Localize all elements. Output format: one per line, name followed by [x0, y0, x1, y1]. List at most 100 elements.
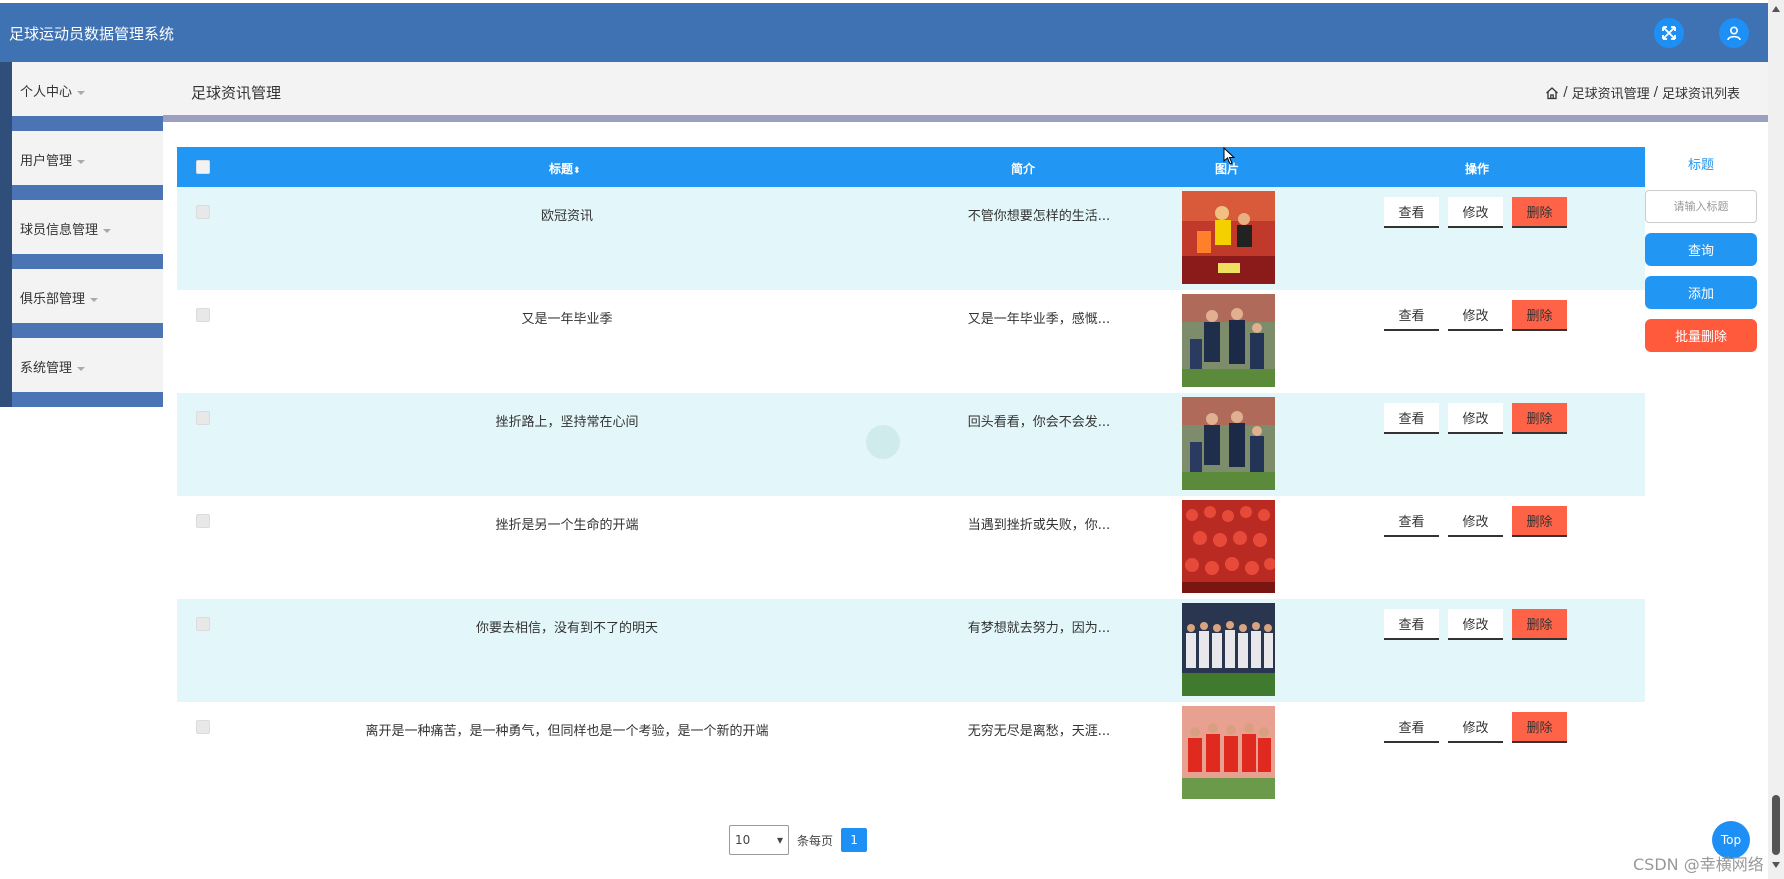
- query-button[interactable]: 查询: [1645, 233, 1757, 266]
- sidebar-item-system-management[interactable]: 系统管理: [0, 338, 163, 407]
- sidebar-item-label: 球员信息管理: [20, 223, 99, 238]
- chevron-down-icon: ▾: [776, 833, 783, 847]
- row-summary: 有梦想就去努力，因为...: [967, 621, 1111, 636]
- view-button[interactable]: 查看: [1384, 197, 1439, 228]
- column-header-summary: 简介: [1011, 162, 1036, 176]
- select-all-checkbox[interactable]: [196, 160, 210, 174]
- mouse-cursor-icon: [1223, 147, 1235, 165]
- sidebar-item-club-management[interactable]: 俱乐部管理: [0, 269, 163, 338]
- row-title: 你要去相信，没有到不了的明天: [475, 621, 658, 636]
- page-number-current[interactable]: 1: [841, 828, 868, 852]
- row-summary: 又是一年毕业季，感慨...: [967, 312, 1111, 327]
- table-row: 挫折路上，坚持常在心间 回头看看，你会不会发... 查看 修改 删除: [177, 393, 1645, 496]
- row-title: 挫折路上，坚持常在心间: [495, 415, 639, 430]
- delete-button[interactable]: 删除: [1512, 197, 1567, 228]
- search-panel: 标题 请输入标题 查询 添加 批量删除: [1645, 147, 1757, 352]
- photo-players-celebrate-icon: [1182, 294, 1275, 387]
- caret-down-icon: [90, 297, 99, 302]
- edit-button[interactable]: 修改: [1448, 197, 1503, 228]
- caret-down-icon: [77, 90, 86, 95]
- sidebar-item-user-management[interactable]: 用户管理: [0, 131, 163, 200]
- row-title: 挫折是另一个生命的开端: [495, 518, 639, 533]
- row-image: [1182, 500, 1275, 593]
- caret-down-icon: [77, 366, 86, 371]
- breadcrumb-item-news-list: 足球资讯列表: [1661, 87, 1740, 102]
- sidebar-item-label: 系统管理: [20, 361, 73, 376]
- app-title: 足球运动员数据管理系统: [9, 25, 175, 43]
- delete-button[interactable]: 删除: [1512, 403, 1567, 434]
- search-title-input[interactable]: 请输入标题: [1645, 190, 1757, 223]
- edit-button[interactable]: 修改: [1448, 403, 1503, 434]
- row-image: [1182, 706, 1275, 799]
- row-image: [1182, 397, 1275, 490]
- delete-button[interactable]: 删除: [1512, 300, 1567, 331]
- sidebar-item-personal-center[interactable]: 个人中心: [0, 62, 163, 131]
- row-summary: 回头看看，你会不会发...: [967, 415, 1111, 430]
- edit-button[interactable]: 修改: [1448, 712, 1503, 743]
- delete-button[interactable]: 删除: [1512, 712, 1567, 743]
- scrollbar[interactable]: [1768, 0, 1784, 879]
- column-header-title[interactable]: 标题⬍: [549, 160, 581, 177]
- batch-delete-button[interactable]: 批量删除: [1645, 319, 1757, 352]
- row-title: 欧冠资讯: [540, 209, 593, 224]
- photo-team-lineup-icon: [1182, 603, 1275, 696]
- breadcrumb-separator: /: [1653, 85, 1658, 100]
- row-summary: 当遇到挫折或失败，你...: [967, 518, 1111, 533]
- add-button[interactable]: 添加: [1645, 276, 1757, 309]
- page-title: 足球资讯管理: [191, 84, 282, 102]
- search-title-label: 标题: [1687, 158, 1714, 173]
- breadcrumb: / 足球资讯管理 / 足球资讯列表: [1545, 83, 1740, 102]
- watermark: CSDN @幸横网络: [1633, 855, 1764, 874]
- delete-button[interactable]: 删除: [1512, 609, 1567, 640]
- breadcrumb-item-news-management[interactable]: 足球资讯管理: [1572, 83, 1650, 102]
- breadcrumb-separator: /: [1563, 85, 1568, 100]
- row-image: [1182, 294, 1275, 387]
- row-image: [1182, 603, 1275, 696]
- view-button[interactable]: 查看: [1384, 403, 1439, 434]
- sidebar: 个人中心 用户管理 球员信息管理 俱乐部管理 系统管理: [0, 62, 163, 407]
- pagination: 10 ▾ 条每页 1: [729, 825, 868, 855]
- edit-button[interactable]: 修改: [1448, 300, 1503, 331]
- view-button[interactable]: 查看: [1384, 300, 1439, 331]
- view-button[interactable]: 查看: [1384, 609, 1439, 640]
- column-header-actions: 操作: [1465, 162, 1490, 176]
- table-row: 欧冠资讯 不管你想要怎样的生活... 查看 修改 删除: [177, 187, 1645, 290]
- scroll-down-icon[interactable]: [1772, 862, 1780, 868]
- row-title: 又是一年毕业季: [521, 312, 613, 327]
- user-button[interactable]: [1719, 18, 1749, 48]
- table-header: 标题⬍ 简介 图片 操作: [177, 147, 1645, 187]
- per-page-label: 条每页: [797, 833, 834, 848]
- table-row: 你要去相信，没有到不了的明天 有梦想就去努力，因为... 查看 修改 删除: [177, 599, 1645, 702]
- scroll-up-icon[interactable]: [1772, 6, 1780, 12]
- news-table: 标题⬍ 简介 图片 操作 欧冠资讯 不管你想要怎样的生活... 查看 修改 删除…: [177, 147, 1645, 805]
- sort-icon[interactable]: ⬍: [573, 166, 581, 176]
- page-size-select[interactable]: 10 ▾: [729, 825, 789, 855]
- header-divider: [163, 115, 1768, 122]
- row-image: [1182, 191, 1275, 284]
- table-row: 离开是一种痛苦，是一种勇气，但同样也是一个考验，是一个新的开端 无穷无尽是离愁，…: [177, 702, 1645, 805]
- page-header: 足球资讯管理 / 足球资讯管理 / 足球资讯列表: [163, 62, 1768, 115]
- sidebar-item-label: 个人中心: [20, 85, 73, 100]
- photo-players-match-icon: [1182, 191, 1275, 284]
- edit-button[interactable]: 修改: [1448, 609, 1503, 640]
- sidebar-item-player-info[interactable]: 球员信息管理: [0, 200, 163, 269]
- photo-team-red-icon: [1182, 706, 1275, 799]
- fullscreen-button[interactable]: [1654, 18, 1684, 48]
- caret-down-icon: [103, 228, 112, 233]
- row-summary: 不管你想要怎样的生活...: [967, 209, 1111, 224]
- user-icon: [1727, 26, 1741, 41]
- table-row: 又是一年毕业季 又是一年毕业季，感慨... 查看 修改 删除: [177, 290, 1645, 393]
- click-ripple: [866, 425, 900, 459]
- edit-button[interactable]: 修改: [1448, 506, 1503, 537]
- scrollbar-thumb[interactable]: [1772, 795, 1780, 855]
- view-button[interactable]: 查看: [1384, 506, 1439, 537]
- row-title: 离开是一种痛苦，是一种勇气，但同样也是一个考验，是一个新的开端: [365, 724, 769, 739]
- caret-down-icon: [77, 159, 86, 164]
- delete-button[interactable]: 删除: [1512, 506, 1567, 537]
- top-bar: 足球运动员数据管理系统: [0, 3, 1768, 62]
- row-summary: 无穷无尽是离愁，天涯...: [967, 724, 1111, 739]
- home-icon[interactable]: [1545, 86, 1559, 100]
- photo-crowd-red-icon: [1182, 500, 1275, 593]
- sidebar-item-label: 用户管理: [20, 154, 73, 169]
- view-button[interactable]: 查看: [1384, 712, 1439, 743]
